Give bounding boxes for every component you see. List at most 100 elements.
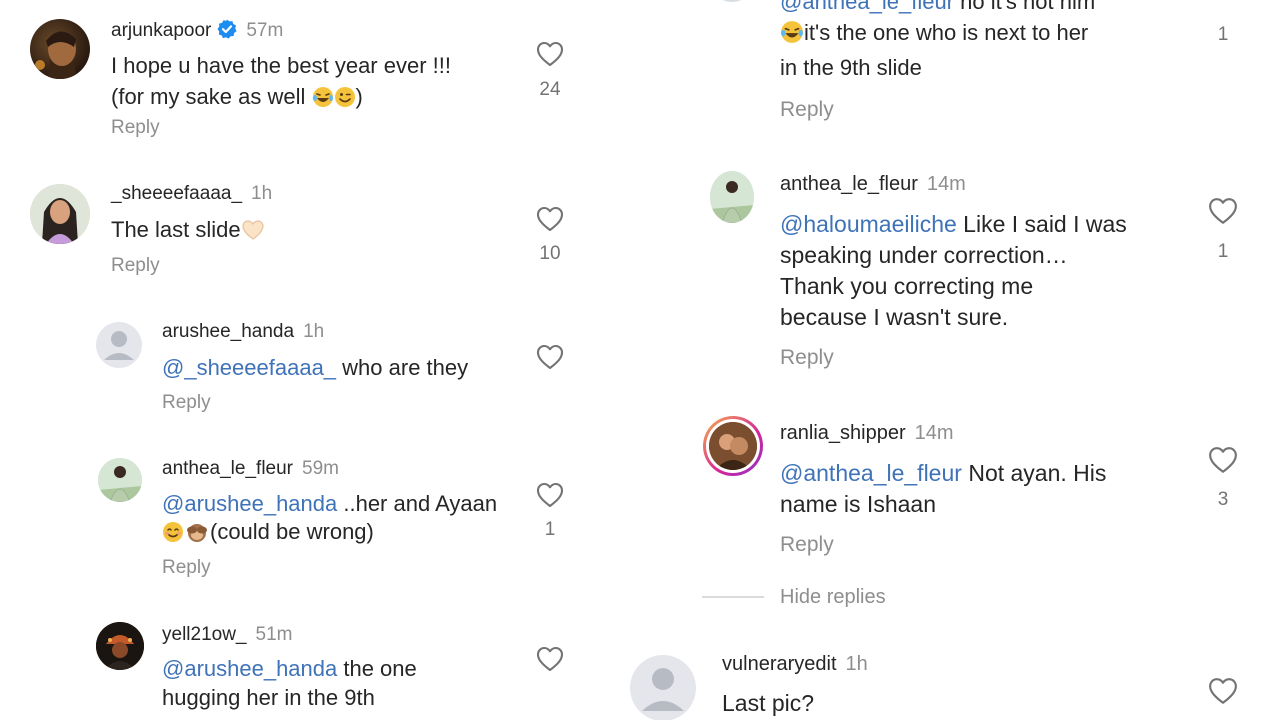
username[interactable]: anthea_le_fleur 14m: [780, 173, 966, 196]
username-text[interactable]: anthea_le_fleur: [162, 458, 293, 479]
timestamp: 51m: [255, 624, 293, 645]
reply-button[interactable]: Reply: [780, 533, 834, 557]
timestamp: 57m: [246, 20, 284, 41]
comment-line: in the 9th slide: [780, 55, 922, 80]
username[interactable]: vulneraryedit 1h: [722, 653, 868, 676]
default-avatar-icon[interactable]: [96, 322, 142, 368]
mention-link[interactable]: @anthea_le_fleur: [780, 0, 954, 14]
username-text[interactable]: yell21ow_: [162, 624, 247, 645]
mention-link[interactable]: @haloumaeiliche: [780, 211, 957, 237]
heart-outline-icon[interactable]: [1208, 677, 1237, 704]
reply-anthea-le-fleur-2: anthea_le_fleur 14m @haloumaeiliche Like …: [610, 165, 1280, 380]
username-text[interactable]: arjunkapoor: [111, 20, 211, 41]
timestamp: 14m: [914, 422, 954, 444]
comment-line: @arushee_handa ..her and Ayaan: [162, 491, 498, 516]
heart-outline-icon[interactable]: [536, 41, 564, 67]
winking-face-emoji: [334, 85, 356, 116]
reply-button[interactable]: Reply: [780, 346, 834, 370]
divider: [702, 596, 764, 598]
reply-arushee-handa: arushee_handa 1h @_sheeeefaaaa_ who are t…: [0, 315, 610, 425]
username[interactable]: yell21ow_ 51m: [162, 624, 292, 646]
comment-line: I hope u have the best year ever !!!: [111, 53, 451, 78]
username-text[interactable]: anthea_le_fleur: [780, 173, 918, 195]
verified-badge-icon: [217, 19, 237, 45]
username-text[interactable]: arushee_handa: [162, 321, 294, 342]
laughing-face-emoji: [312, 85, 334, 116]
reply-button[interactable]: Reply: [780, 98, 834, 122]
reply-anthea-le-fleur: anthea_le_fleur 59m @arushee_handa ..her …: [0, 452, 610, 592]
like-count: 10: [539, 243, 561, 264]
reply-button[interactable]: Reply: [162, 557, 211, 579]
timestamp: 1h: [251, 183, 273, 204]
reply-button[interactable]: Reply: [111, 255, 160, 277]
comment-vulneraryedit: vulneraryedit 1h Last pic?: [610, 645, 1280, 720]
comment-line: @anthea_le_fleur Not ayan. His: [780, 460, 1107, 486]
comment-text: @arushee_handa ..her and Ayaan (could be…: [162, 490, 497, 550]
username[interactable]: _sheeeefaaaa_ 1h: [111, 183, 272, 205]
default-avatar-icon[interactable]: [630, 655, 696, 720]
comment-line: @anthea_le_fleur no it's not him: [780, 0, 1095, 17]
timestamp: 14m: [926, 173, 966, 195]
comment-text: The last slide: [111, 214, 265, 249]
comment-text: @_sheeeefaaaa_ who are they: [162, 355, 469, 380]
comment-arjunkapoor: arjunkapoor 57m I hope u have the best y…: [0, 0, 610, 150]
mention-link[interactable]: @arushee_handa: [162, 491, 337, 516]
comment-text: @haloumaeiliche Like I said I was speaki…: [780, 209, 1127, 333]
comment-line: speaking under correction…: [780, 242, 1068, 268]
avatar[interactable]: [98, 458, 142, 502]
smiling-face-emoji: [162, 521, 184, 550]
avatar[interactable]: [30, 19, 90, 79]
username[interactable]: arushee_handa 1h: [162, 321, 324, 343]
heart-hands-emoji: [241, 218, 265, 249]
heart-outline-icon[interactable]: [536, 646, 564, 672]
avatar[interactable]: [96, 622, 144, 670]
mention-link[interactable]: @arushee_handa: [162, 656, 337, 681]
like-count: 1: [1217, 24, 1229, 45]
heart-outline-icon[interactable]: [536, 344, 564, 370]
username-text[interactable]: _sheeeefaaaa_: [111, 183, 242, 204]
reply-partial-top: @anthea_le_fleur no it's not him it's th…: [610, 0, 1280, 130]
reply-ranlia-shipper: ranlia_shipper 14m @anthea_le_fleur Not a…: [610, 414, 1280, 574]
avatar[interactable]: [710, 171, 754, 223]
comment-line: @arushee_handa the one: [162, 656, 417, 681]
mention-link[interactable]: @anthea_le_fleur: [780, 460, 962, 486]
like-count: 1: [544, 519, 556, 540]
reply-button[interactable]: Reply: [111, 117, 160, 139]
username-text[interactable]: ranlia_shipper: [780, 422, 906, 444]
username[interactable]: ranlia_shipper 14m: [780, 422, 954, 445]
comment-text: @anthea_le_fleur no it's not him it's th…: [780, 0, 1095, 83]
reply-yell21ow: yell21ow_ 51m @arushee_handa the one hugg…: [0, 616, 610, 720]
comment-text: @arushee_handa the one hugging her in th…: [162, 654, 417, 712]
username[interactable]: anthea_le_fleur 59m: [162, 458, 339, 480]
right-comments-panel: @anthea_le_fleur no it's not him it's th…: [610, 0, 1280, 720]
like-count: 3: [1217, 489, 1229, 510]
comment-text: I hope u have the best year ever !!! (fo…: [111, 50, 451, 116]
reply-button[interactable]: Reply: [162, 392, 211, 414]
comment-line: @haloumaeiliche Like I said I was: [780, 211, 1127, 237]
comment-sheeeefaaaa: _sheeeefaaaa_ 1h The last slide Reply 10: [0, 170, 610, 290]
heart-outline-icon[interactable]: [536, 482, 564, 508]
like-count: 24: [539, 79, 561, 100]
comment-line: name is Ishaan: [780, 491, 936, 517]
laughing-face-emoji: [780, 20, 804, 52]
timestamp: 1h: [303, 321, 325, 342]
comment-text: Last pic?: [722, 690, 815, 716]
left-comments-panel: arjunkapoor 57m I hope u have the best y…: [0, 0, 610, 720]
heart-outline-icon[interactable]: [1208, 446, 1237, 473]
username[interactable]: arjunkapoor 57m: [111, 19, 283, 45]
like-count: 1: [1217, 241, 1229, 262]
see-no-evil-monkey-emoji: [184, 521, 210, 550]
avatar[interactable]: [710, 0, 754, 2]
mention-link[interactable]: @_sheeeefaaaa_: [162, 355, 336, 380]
avatar[interactable]: [30, 184, 90, 244]
avatar[interactable]: [703, 416, 763, 476]
heart-outline-icon[interactable]: [1208, 197, 1237, 224]
comment-line: (could be wrong): [162, 518, 497, 550]
comment-text: @anthea_le_fleur Not ayan. His name is I…: [780, 458, 1106, 520]
username-text[interactable]: vulneraryedit: [722, 653, 837, 675]
comment-line: Thank you correcting me: [780, 273, 1034, 299]
heart-outline-icon[interactable]: [536, 206, 564, 232]
comment-line: it's the one who is next to her: [780, 17, 1095, 52]
hide-replies-button[interactable]: Hide replies: [780, 586, 886, 609]
comment-line: hugging her in the 9th: [162, 685, 375, 710]
